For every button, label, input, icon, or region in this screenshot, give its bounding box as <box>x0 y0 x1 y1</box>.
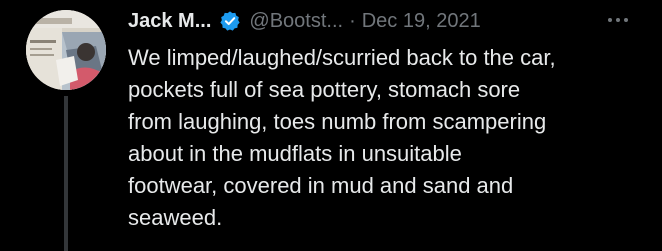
avatar-image <box>26 10 106 90</box>
tweet-date[interactable]: Dec 19, 2021 <box>362 10 481 33</box>
tweet-header: Jack M... @Bootst... · Dec 19, 2021 <box>128 7 481 35</box>
thread-line <box>64 96 68 251</box>
avatar[interactable] <box>26 10 106 90</box>
tweet-text-line: from laughing, toes numb from scampering <box>128 109 547 134</box>
tweet-text-line: about in the mudflats in unsuitable <box>128 141 462 166</box>
tweet[interactable]: Jack M... @Bootst... · Dec 19, 2021 We l… <box>0 0 662 251</box>
author-handle[interactable]: @Bootst... <box>249 10 343 33</box>
verified-badge-icon <box>219 10 241 32</box>
tweet-text: We limped/laughed/scurried back to the c… <box>128 42 648 234</box>
tweet-text-line: pockets full of sea pottery, stomach sor… <box>128 77 521 102</box>
separator-dot: · <box>349 9 356 32</box>
tweet-text-line: We limped/laughed/scurried back to the c… <box>128 45 556 70</box>
author-name[interactable]: Jack M... <box>128 10 211 33</box>
more-horizontal-icon[interactable] <box>604 10 632 30</box>
tweet-text-line: footwear, covered in mud and sand and <box>128 173 514 198</box>
tweet-text-line: seaweed. <box>128 205 223 230</box>
